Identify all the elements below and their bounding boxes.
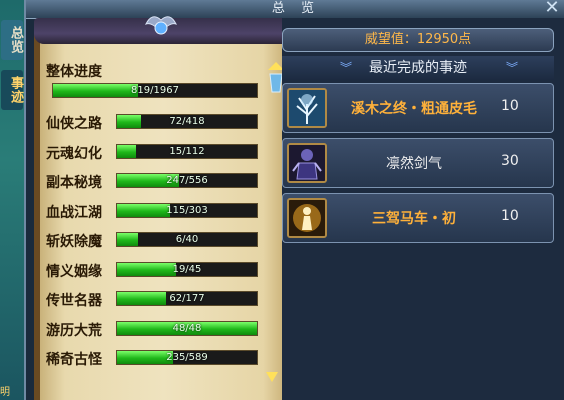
category-progress-bar: 48/48: [116, 320, 258, 336]
achievement-item[interactable]: 溪木之终・粗通皮毛 10: [282, 83, 554, 133]
progress-text: 115/303: [166, 204, 208, 216]
category-label: 元魂幻化: [46, 145, 102, 162]
scroll-down-icon[interactable]: [266, 372, 278, 382]
category-progress-bar: 62/177: [116, 291, 258, 306]
golden-figure-icon: [287, 198, 327, 238]
progress-text: 15/112: [169, 145, 205, 157]
category-progress-bar: 6/40: [116, 232, 258, 247]
category-label: 稀奇古怪: [46, 352, 102, 368]
progress-text: 235/589: [166, 352, 208, 363]
category-progress-bar: 247/556: [116, 173, 258, 188]
progress-text: 819/1967: [131, 85, 179, 96]
chevron-down-icon: ︾: [505, 61, 518, 75]
category-label: 传世名器: [46, 293, 102, 309]
gem-ornament-icon: [145, 16, 177, 35]
progress-text: 62/177: [169, 293, 205, 304]
armored-warrior-icon: [287, 143, 327, 183]
progress-text: 72/418: [169, 116, 205, 127]
category-progress-bar: 72/418: [116, 114, 258, 129]
category-label: 游历大荒: [46, 322, 102, 339]
achievement-points: 10: [501, 208, 519, 224]
overall-label: 整体进度: [46, 64, 102, 80]
background-left: [0, 0, 24, 400]
achievement-points: 10: [501, 98, 519, 114]
recent-header-label: 最近完成的事迹: [369, 60, 467, 76]
prestige-value: 威望值：12950点: [282, 28, 554, 52]
frost-tree-icon: [287, 88, 327, 128]
overall-progress-bar: 819/1967: [52, 83, 258, 98]
category-label: 仙侠之路: [46, 116, 102, 132]
achievement-name: 凛然剑气: [386, 156, 442, 172]
overview-window: 总 览 ✕ 整体进度 819/1967 仙侠之路 72/418 元魂幻化 15/112…: [24, 0, 564, 400]
category-label: 副本秘境: [46, 175, 102, 191]
close-icon: ✕: [544, 0, 560, 18]
tab-events[interactable]: 事迹: [1, 70, 23, 110]
window-title: 总 览: [271, 1, 321, 16]
category-progress-bar: 115/303: [116, 202, 258, 218]
title-bar: 总 览 ✕: [26, 0, 564, 19]
tab-overview[interactable]: 总览: [1, 20, 23, 60]
chevron-down-icon: ︾: [339, 61, 352, 75]
achievement-item[interactable]: 三驾马车・初 10: [282, 193, 554, 243]
progress-text: 6/40: [175, 234, 199, 245]
progress-text: 19/45: [172, 263, 202, 275]
achievement-name: 三驾马车・初: [372, 211, 456, 227]
category-progress-bar: 15/112: [116, 143, 258, 159]
category-progress-bar: 235/589: [116, 350, 258, 365]
category-label: 情义姻缘: [46, 263, 102, 280]
category-label: 斩妖除魔: [46, 234, 102, 250]
category-progress-bar: 19/45: [116, 261, 258, 277]
achievement-points: 30: [501, 153, 519, 169]
achievement-item[interactable]: 凛然剑气 30: [282, 138, 554, 188]
progress-text: 48/48: [172, 322, 202, 334]
progress-text: 247/556: [166, 175, 208, 186]
recent-header: ︾ 最近完成的事迹 ︾: [282, 56, 554, 80]
category-label: 血战江湖: [46, 204, 102, 221]
corner-text: 明: [0, 387, 10, 398]
achievement-name: 溪木之终・粗通皮毛: [351, 101, 477, 117]
close-button[interactable]: ✕: [542, 0, 562, 18]
